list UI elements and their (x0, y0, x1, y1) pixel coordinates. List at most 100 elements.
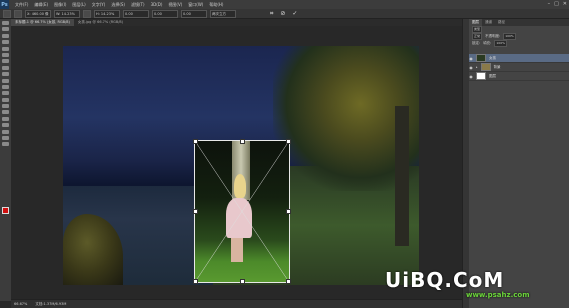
visibility-eye-icon[interactable]: ◉ (469, 65, 473, 70)
history-brush-tool-icon[interactable] (2, 78, 9, 83)
window-controls: – □ ✕ (548, 0, 567, 9)
hand-tool-icon[interactable] (2, 136, 9, 141)
move-tool-icon[interactable] (2, 21, 9, 25)
layer-name: 背景 (493, 64, 501, 69)
transform-handle-top[interactable] (240, 139, 245, 144)
transform-handle-right[interactable] (286, 209, 291, 214)
menu-item[interactable]: 窗口(W) (188, 2, 203, 8)
tab-document-1[interactable]: 未标题-1 @ 66.7% (女孩, RGB/8) (11, 19, 74, 26)
vertical-skew-field[interactable]: 0.00 (181, 9, 207, 18)
height-scale-field[interactable]: H: 14.23% (94, 9, 120, 18)
foreground-color-swatch[interactable] (2, 207, 9, 214)
menu-items: 文件(F) 编辑(E) 图像(I) 图层(L) 文字(Y) 选择(S) 滤镜(T) 3D(D)… (15, 2, 223, 8)
menu-item[interactable]: 文字(Y) (92, 2, 106, 8)
cancel-transform-icon[interactable]: ⊘ (280, 9, 285, 19)
layer-thumbnail (476, 54, 486, 62)
quick-select-tool-icon[interactable] (2, 40, 9, 45)
transform-handle-bottom-left[interactable] (193, 279, 198, 284)
transform-handle-top-right[interactable] (286, 139, 291, 144)
pen-tool-icon[interactable] (2, 110, 9, 115)
layer-thumbnail (476, 72, 486, 80)
x-position-field[interactable]: X: 460.00 像 (25, 9, 51, 18)
layer-row[interactable]: ◉ ▸ 背景 (469, 63, 569, 72)
interpolation-select[interactable]: 两次立方 (210, 9, 236, 18)
clone-stamp-tool-icon[interactable] (2, 72, 9, 77)
menu-item[interactable]: 帮助(H) (209, 2, 223, 8)
lock-label: 锁定: (472, 41, 481, 45)
blend-row: 正常 不透明度: 100% (469, 33, 569, 40)
shape-tool-icon[interactable] (2, 129, 9, 134)
path-select-tool-icon[interactable] (2, 123, 9, 128)
menu-item[interactable]: 图层(L) (72, 2, 85, 8)
maximize-button[interactable]: □ (554, 0, 559, 9)
zoom-tool-icon[interactable] (2, 142, 9, 147)
fill-label: 填充: (483, 41, 492, 45)
tool-preset-icon[interactable] (3, 9, 11, 18)
layer-row[interactable]: ◉ 图层 (469, 72, 569, 81)
marquee-tool-icon[interactable] (2, 27, 9, 32)
canvas-area[interactable] (11, 26, 462, 299)
watermark-url: www.psahz.com (466, 291, 530, 299)
document-canvas[interactable] (63, 46, 419, 285)
horizontal-skew-field[interactable]: 0.00 (152, 9, 178, 18)
document-size: 文档:1.37M/6.93M (35, 301, 67, 306)
opacity-label: 不透明度: (485, 34, 501, 38)
eraser-tool-icon[interactable] (2, 84, 9, 89)
menu-item[interactable]: 3D(D) (151, 2, 163, 8)
photoshop-logo: Ps (0, 0, 9, 9)
link-icon[interactable] (83, 9, 91, 18)
transform-diagonals (195, 141, 289, 282)
layers-panel: 图层 通道 路径 类型 正常 不透明度: 100% 锁定: 填充: 100% ◉… (469, 19, 569, 308)
layer-name: 女孩 (489, 55, 496, 60)
transform-handle-left[interactable] (193, 209, 198, 214)
zoom-level[interactable]: 66.67% (14, 302, 27, 306)
group-expand-icon[interactable]: ▸ (476, 65, 478, 69)
menu-item[interactable]: 选择(S) (111, 2, 125, 8)
menu-item[interactable]: 编辑(E) (34, 2, 48, 8)
warp-icon[interactable]: ⌗ (270, 9, 273, 19)
document-tabs: 未标题-1 @ 66.7% (女孩, RGB/8) 女孩.jpg @ 66.7%… (11, 19, 462, 26)
crop-tool-icon[interactable] (2, 46, 9, 51)
minimize-button[interactable]: – (548, 0, 551, 9)
folder-icon (480, 63, 491, 71)
close-button[interactable]: ✕ (563, 0, 567, 9)
commit-transform-icon[interactable]: ✓ (292, 9, 297, 19)
layer-filter-row: 类型 (469, 26, 569, 33)
rotation-angle-field[interactable]: 0.00 (123, 9, 149, 18)
dodge-tool-icon[interactable] (2, 104, 9, 109)
blend-mode-select[interactable]: 正常 (472, 33, 483, 40)
layer-row[interactable]: ◉ 女孩 (469, 54, 569, 63)
visibility-eye-icon[interactable]: ◉ (469, 74, 473, 79)
status-bar: 66.67% 文档:1.37M/6.93M (11, 299, 462, 308)
panel-tabs: 图层 通道 路径 (469, 19, 569, 26)
eyedropper-tool-icon[interactable] (2, 52, 9, 57)
menu-item[interactable]: 滤镜(T) (131, 2, 145, 8)
opacity-field[interactable]: 100% (503, 33, 516, 40)
layer-kind-select[interactable]: 类型 (472, 26, 483, 33)
gradient-tool-icon[interactable] (2, 91, 9, 96)
menu-item[interactable]: 视图(V) (168, 2, 182, 8)
visibility-eye-icon[interactable]: ◉ (469, 56, 473, 61)
brush-tool-icon[interactable] (2, 65, 9, 70)
tab-document-2[interactable]: 女孩.jpg @ 66.7% (RGB/8) (74, 19, 127, 26)
commit-controls: ⌗ ⊘ ✓ (270, 9, 297, 19)
tab-layers[interactable]: 图层 (469, 19, 482, 26)
transform-handle-top-left[interactable] (193, 139, 198, 144)
blur-tool-icon[interactable] (2, 97, 9, 102)
tab-channels[interactable]: 通道 (482, 19, 495, 26)
transform-handle-bottom-right[interactable] (286, 279, 291, 284)
width-scale-field[interactable]: W: 14.23% (54, 9, 80, 18)
menu-bar: Ps 文件(F) 编辑(E) 图像(I) 图层(L) 文字(Y) 选择(S) 滤镜(T) 3D… (0, 0, 569, 9)
free-transform-box[interactable] (193, 139, 291, 284)
lasso-tool-icon[interactable] (2, 33, 9, 38)
reference-point-icon[interactable] (14, 9, 22, 18)
menu-item[interactable]: 图像(I) (54, 2, 66, 8)
tab-paths[interactable]: 路径 (495, 19, 508, 26)
transform-handle-bottom[interactable] (240, 279, 245, 284)
fill-field[interactable]: 100% (494, 40, 507, 47)
menu-item[interactable]: 文件(F) (15, 2, 28, 8)
spot-heal-tool-icon[interactable] (2, 59, 9, 64)
type-tool-icon[interactable] (2, 116, 9, 121)
lock-row: 锁定: 填充: 100% (469, 40, 569, 47)
watermark-logo: UiBQ.CoM (385, 268, 505, 292)
